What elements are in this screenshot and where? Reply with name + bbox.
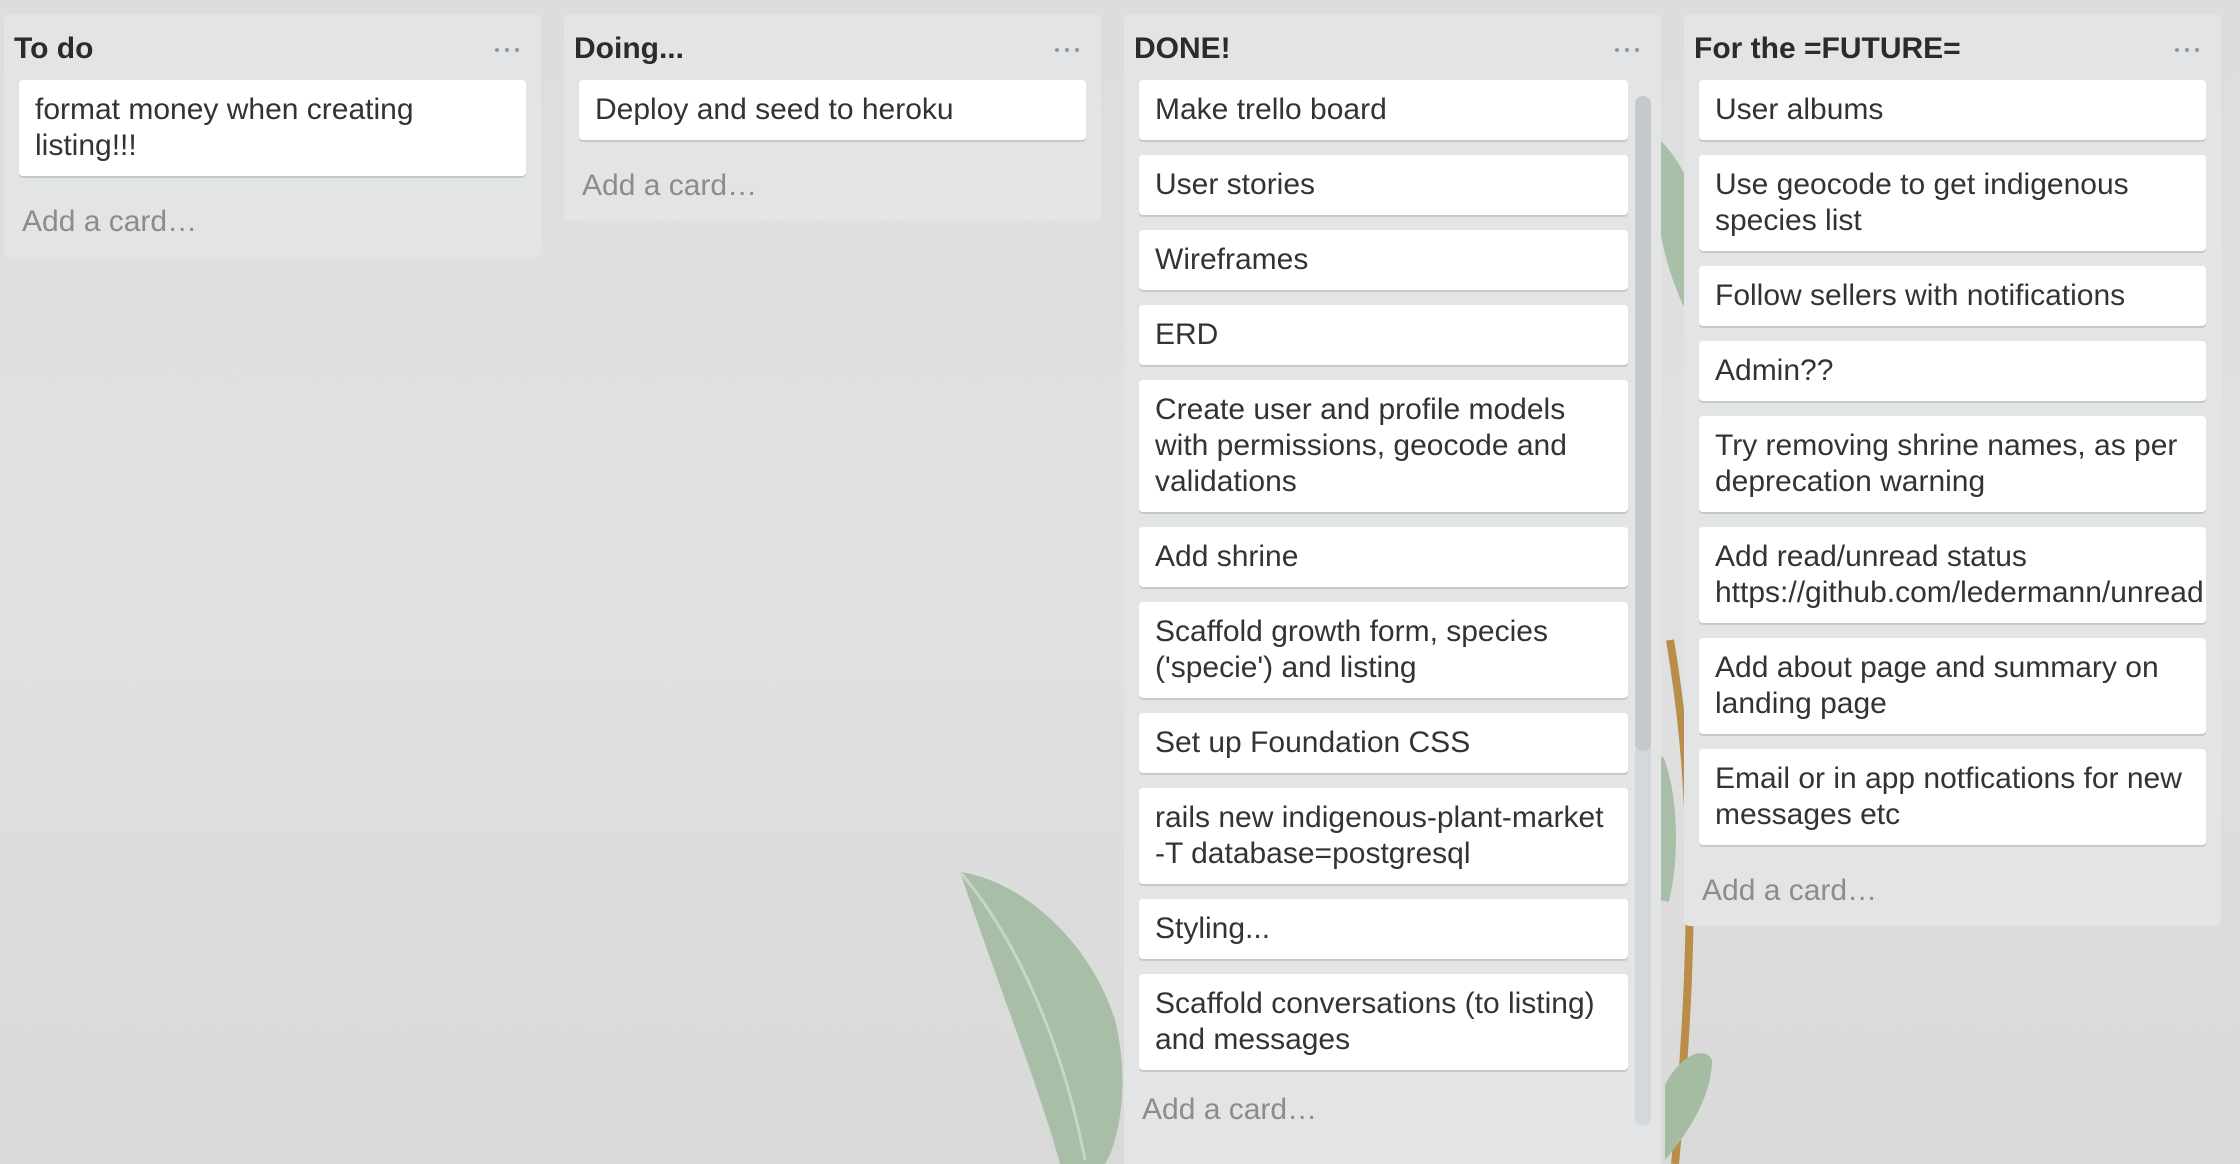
list-title[interactable]: Doing... [574,32,684,66]
list-card[interactable]: Use geocode to get indigenous species li… [1699,155,2206,251]
list-scrollbar[interactable] [1635,96,1651,1126]
list-card[interactable]: Follow sellers with notifications [1699,266,2206,326]
card-list: Make trello board User stories Wireframe… [1124,80,1661,1070]
list-card[interactable]: Add shrine [1139,527,1628,587]
card-list: User albums Use geocode to get indigenou… [1684,80,2221,845]
list-card[interactable]: Try removing shrine names, as per deprec… [1699,416,2206,512]
list-card[interactable]: Set up Foundation CSS [1139,713,1628,773]
more-horizontal-icon[interactable] [1609,28,1649,60]
add-card-button[interactable]: Add a card… [564,155,1101,221]
list-header: DONE! [1124,14,1661,80]
list-card[interactable]: User stories [1139,155,1628,215]
card-list: format money when creating listing!!! [4,80,541,176]
list-card[interactable]: Admin?? [1699,341,2206,401]
list-card[interactable]: Wireframes [1139,230,1628,290]
list-done: DONE! Make trello board User stories Wir… [1124,14,1661,1164]
list-card[interactable]: Add read/unread status https://github.co… [1699,527,2206,623]
list-header: For the =FUTURE= [1684,14,2221,80]
add-card-button[interactable]: Add a card… [4,191,541,257]
list-header: Doing... [564,14,1101,80]
list-card[interactable]: Add about page and summary on landing pa… [1699,638,2206,734]
card-list: Deploy and seed to heroku [564,80,1101,140]
more-horizontal-icon[interactable] [2169,28,2209,60]
list-card[interactable]: Styling... [1139,899,1628,959]
more-horizontal-icon[interactable] [1049,28,1089,60]
scrollbar-thumb[interactable] [1635,96,1651,751]
list-to-do: To do format money when creating listing… [4,14,541,257]
list-card[interactable]: User albums [1699,80,2206,140]
list-card[interactable]: Scaffold conversations (to listing) and … [1139,974,1628,1070]
list-future: For the =FUTURE= User albums Use geocode… [1684,14,2221,926]
more-horizontal-icon[interactable] [489,28,529,60]
list-card[interactable]: rails new indigenous-plant-market -T dat… [1139,788,1628,884]
add-card-button[interactable]: Add a card… [1124,1085,1661,1145]
list-card[interactable]: format money when creating listing!!! [19,80,526,176]
list-card[interactable]: ERD [1139,305,1628,365]
add-card-button[interactable]: Add a card… [1684,860,2221,926]
list-doing: Doing... Deploy and seed to heroku Add a… [564,14,1101,221]
list-title[interactable]: To do [14,32,93,66]
list-title[interactable]: For the =FUTURE= [1694,32,1961,66]
board: To do format money when creating listing… [0,0,2240,1164]
list-card[interactable]: Email or in app notfications for new mes… [1699,749,2206,845]
list-title[interactable]: DONE! [1134,32,1231,66]
list-card[interactable]: Scaffold growth form, species ('specie')… [1139,602,1628,698]
list-header: To do [4,14,541,80]
list-card[interactable]: Deploy and seed to heroku [579,80,1086,140]
list-card[interactable]: Create user and profile models with perm… [1139,380,1628,512]
list-card[interactable]: Make trello board [1139,80,1628,140]
